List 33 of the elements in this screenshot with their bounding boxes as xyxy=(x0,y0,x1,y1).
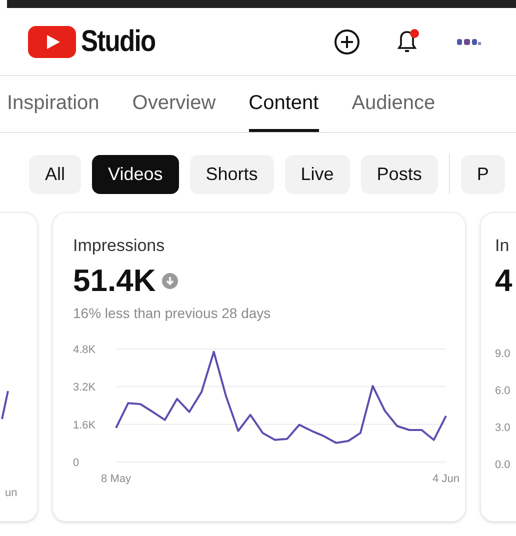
x-tick-label: 8 May xyxy=(101,472,131,484)
y-tick-label: 3.2K xyxy=(73,381,96,394)
tab[interactable]: Audience xyxy=(352,76,436,132)
play-logo-icon xyxy=(28,26,76,58)
tab[interactable]: Overview xyxy=(132,76,216,132)
x-tick-label: un xyxy=(5,486,18,501)
tab[interactable]: Inspiration xyxy=(7,76,100,132)
plus-circle-icon xyxy=(334,28,360,54)
bell-icon xyxy=(396,30,418,54)
card-title: In xyxy=(495,235,510,257)
comparison-text: 16% less than previous 28 days xyxy=(73,304,272,323)
filter-chip[interactable]: All xyxy=(29,154,82,194)
y-tick-label: 0 xyxy=(73,456,80,468)
y-tick-label: 1.6K xyxy=(73,418,96,431)
filter-chip[interactable]: Videos xyxy=(92,154,179,194)
card-title: Impressions xyxy=(73,235,166,257)
metric-value: 51.4K xyxy=(73,262,156,300)
y-tick-label: 0.0 xyxy=(495,458,512,472)
line-chart-drawing xyxy=(1,389,9,421)
filter-chip[interactable]: Live xyxy=(284,154,350,194)
y-tick-label: 9.0 xyxy=(495,346,512,360)
filter-chip[interactable]: Shorts xyxy=(190,154,274,194)
tab[interactable]: Content xyxy=(248,76,319,132)
filter-chip[interactable]: Posts xyxy=(360,154,438,194)
create-button[interactable] xyxy=(332,26,362,56)
filter-chip[interactable]: P xyxy=(460,154,505,194)
channel-logo-icon xyxy=(457,38,481,46)
x-tick-label: 4 Jun xyxy=(432,472,460,484)
y-tick-label: 4.8K xyxy=(73,344,96,356)
y-tick-label: 6.0 xyxy=(495,384,512,398)
y-tick-label: 3.0 xyxy=(495,420,512,434)
app-title: Studio xyxy=(81,24,156,60)
metric-value: 4 xyxy=(495,262,514,300)
